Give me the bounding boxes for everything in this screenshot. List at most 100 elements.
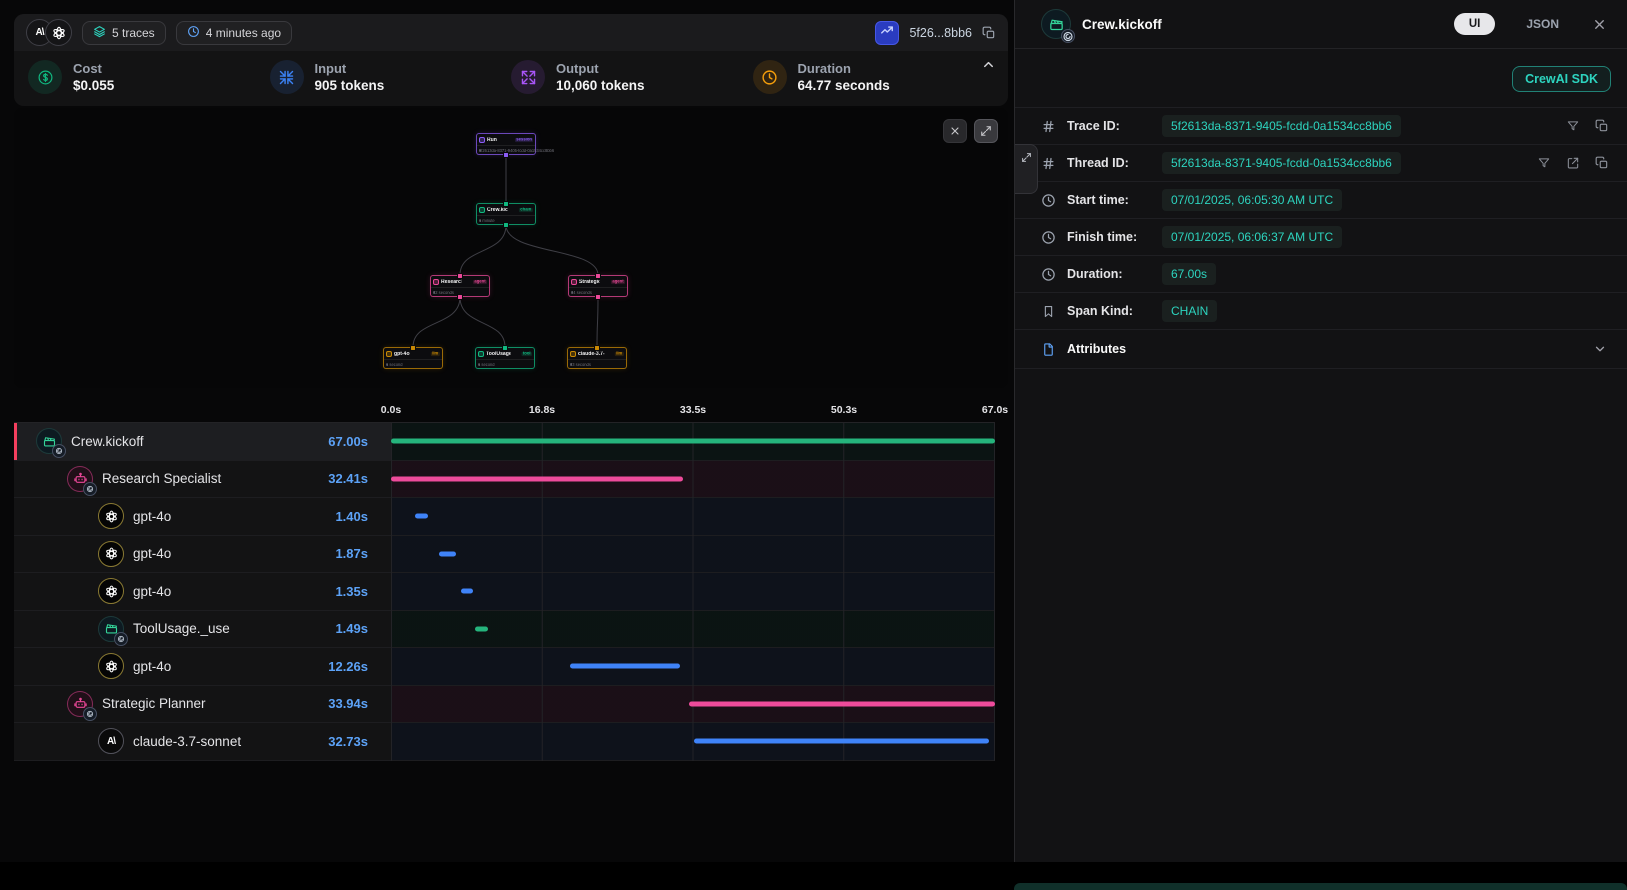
node-label: gpt-4o [394,351,421,356]
span-row-track [391,723,995,760]
span-row-name-cell: ToolUsage._use 1.49s [14,611,391,648]
axis-tick-label: 33.5s [680,404,706,416]
node-kind-badge: agent [611,279,625,283]
graph-node[interactable]: gpt-4o llm 1 second [383,347,443,369]
span-row-track [391,686,995,723]
copy-trace-id-button[interactable] [982,26,996,40]
detail-value: CHAIN [1162,300,1217,322]
span-bar[interactable] [694,739,989,744]
external-action-icon[interactable] [1566,156,1580,170]
span-row[interactable]: ToolUsage._use 1.49s [14,611,995,649]
span-row-icon [98,616,124,642]
traces-count-label: 5 traces [112,26,155,40]
clock-icon [187,25,200,41]
node-label: ToolUsage._use [486,351,511,356]
detail-value: 07/01/2025, 06:06:37 AM UTC [1162,226,1342,248]
span-bar[interactable] [461,589,473,594]
span-row[interactable]: Crew.kickoff 67.00s [14,423,995,461]
node-handle [457,294,463,300]
span-row-name-cell: gpt-4o 1.40s [14,498,391,535]
span-row[interactable]: gpt-4o 1.87s [14,536,995,574]
span-row[interactable]: gpt-4o 12.26s [14,648,995,686]
graph-node[interactable]: Research Speciali... agent 32 seconds [430,275,490,297]
node-kind-icon [433,279,439,285]
span-row-track [391,536,995,573]
detail-value: 07/01/2025, 06:05:30 AM UTC [1162,189,1342,211]
span-row-duration: 12.26s [328,659,368,674]
trace-graph-panel: Run session 5f2613da-8371-9405-fcdd-0a15… [14,108,1008,388]
crew-span-icon [1041,9,1071,39]
graph-node[interactable]: claude-3.7-sonnet llm 33 seconds [567,347,627,369]
detail-icon [1041,230,1056,245]
span-row[interactable]: gpt-4o 1.40s [14,498,995,536]
span-row-track [391,573,995,610]
node-handle [594,345,600,351]
stat-label: Input [315,61,385,76]
span-row[interactable]: gpt-4o 1.35s [14,573,995,611]
attributes-section-header[interactable]: Attributes [1015,329,1627,369]
copy-action-icon[interactable] [1595,156,1609,170]
tab-json[interactable]: JSON [1526,17,1559,31]
detail-row: Duration: 67.00s [1015,255,1627,292]
graph-node[interactable]: ToolUsage._use tool 1 second [475,347,535,369]
span-row[interactable]: A\ claude-3.7-sonnet 32.73s [14,723,995,761]
span-row-duration: 1.40s [335,509,368,524]
time-ago-chip[interactable]: 4 minutes ago [176,21,292,45]
graph-node[interactable]: Strategic Planner agent 34 seconds [568,275,628,297]
node-label: Crew.kickoff [487,207,508,212]
node-kind-badge: chain [519,207,533,211]
span-bar[interactable] [391,439,995,444]
span-row[interactable]: Strategic Planner 33.94s [14,686,995,724]
panel-close-icon[interactable] [1592,17,1607,32]
tab-ui[interactable]: UI [1454,13,1496,35]
detail-label: Thread ID: [1067,156,1151,170]
graph-maximize-button[interactable] [974,119,998,143]
agentops-badge-icon [52,444,66,458]
span-bar[interactable] [475,626,488,631]
span-bar[interactable] [391,476,683,481]
span-row[interactable]: Research Specialist 32.41s [14,461,995,499]
node-kind-icon [478,351,484,357]
traces-count-chip[interactable]: 5 traces [82,21,166,45]
graph-close-button[interactable] [943,119,967,143]
cost-stat-icon [28,60,62,94]
span-row-label: Strategic Planner [102,696,319,711]
node-handle [502,345,508,351]
node-handle [410,345,416,351]
panel-expand-handle[interactable] [1015,144,1038,194]
trace-summary-card: A\ 5 traces 4 minutes ago 5f26...8bb6 [14,14,1008,106]
node-kind-badge: tool [522,351,533,355]
sdk-badge-row: CrewAI SDK [1015,49,1627,107]
filter-action-icon[interactable] [1566,119,1580,133]
span-row-name-cell: gpt-4o 1.87s [14,536,391,573]
copy-action-icon[interactable] [1595,119,1609,133]
metrics-button[interactable] [875,21,899,45]
axis-tick-label: 50.3s [831,404,857,416]
span-row-track [391,498,995,535]
graph-node[interactable]: Run session 5f2613da-8371-9405-fcdd-0a15… [476,133,536,155]
span-row-name-cell: Research Specialist 32.41s [14,461,391,498]
span-bar[interactable] [439,551,456,556]
output-stat-icon [511,60,545,94]
node-label: Research Speciali... [441,279,461,284]
span-row-duration: 32.41s [328,471,368,486]
collapse-stats-chevron-up-icon[interactable] [981,57,996,77]
graph-node[interactable]: Crew.kickoff chain 1 minute [476,203,536,225]
span-row-icon [98,653,124,679]
span-row-icon [67,691,93,717]
node-label: Strategic Planner [579,279,599,284]
stat-value: 905 tokens [315,78,385,93]
span-bar[interactable] [570,664,681,669]
bottom-section-peek [1014,883,1627,890]
node-sub-icon: 1 minute [479,219,481,221]
filter-action-icon[interactable] [1537,156,1551,170]
detail-label: Duration: [1067,267,1151,281]
node-sub-icon: 32 seconds [433,291,435,293]
node-handle [595,294,601,300]
panel-header: Crew.kickoff UI JSON [1015,0,1627,49]
node-handle [503,201,509,207]
span-detail-panel: Crew.kickoff UI JSON CrewAI SDK Trace ID… [1014,0,1627,862]
span-bar[interactable] [415,514,428,519]
node-kind-icon [386,351,392,357]
span-bar[interactable] [689,701,995,706]
